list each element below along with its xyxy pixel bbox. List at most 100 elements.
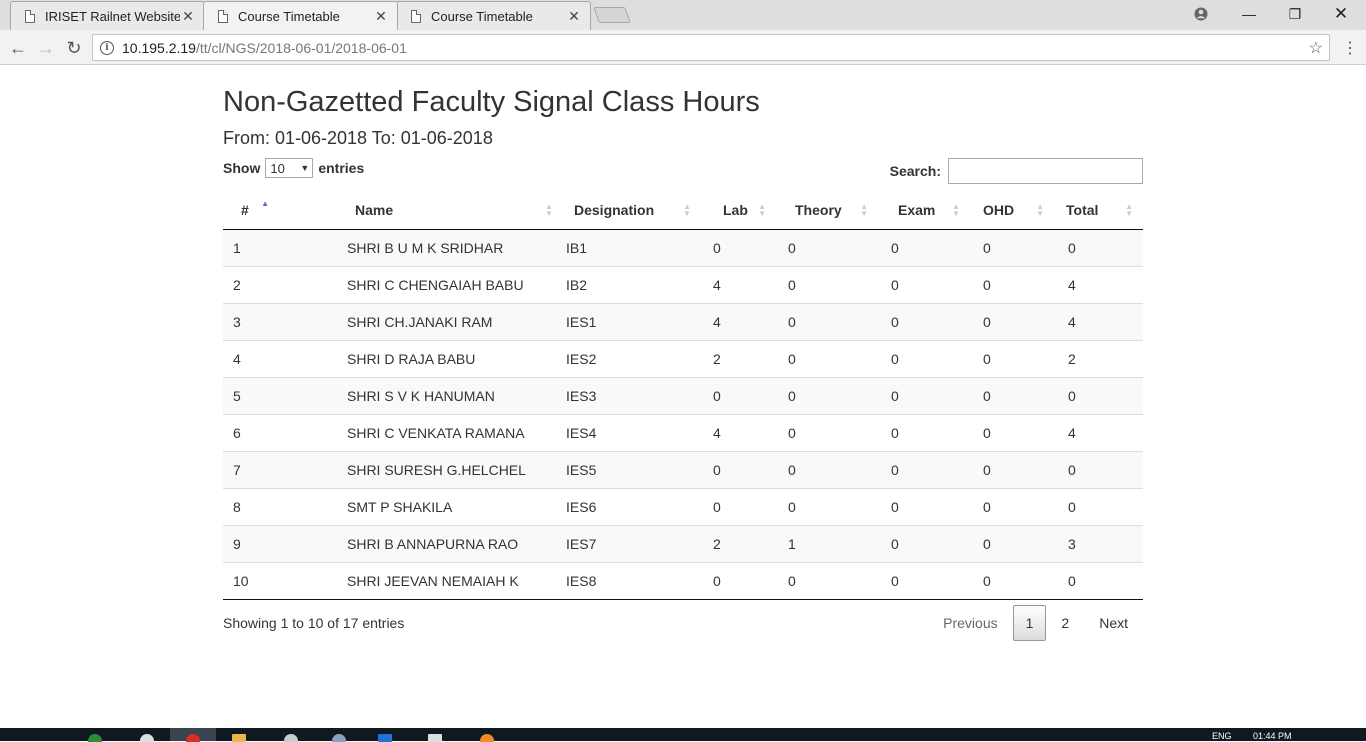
table-cell-theory: 0 xyxy=(776,302,878,340)
table-cell-lab: 2 xyxy=(701,339,776,377)
previous-page-button[interactable]: Previous xyxy=(928,605,1012,641)
close-icon[interactable]: ✕ xyxy=(180,8,196,25)
page-length-value: 10 xyxy=(270,160,285,176)
taskbar: ENG 01:44 PM xyxy=(0,728,1366,742)
table-cell-theory: 0 xyxy=(776,487,878,525)
tab-course-timetable-active[interactable]: Course Timetable ✕ xyxy=(203,1,398,30)
column-header-lab[interactable]: Lab ▲ ▼ xyxy=(701,191,776,230)
table-cell-designation: IES5 xyxy=(563,450,701,488)
bookmark-star-icon[interactable]: ☆ xyxy=(1309,38,1323,58)
page-length-control: Show 10 ▼ entries xyxy=(223,158,364,178)
column-header-label: Exam xyxy=(898,201,936,218)
column-header-designation[interactable]: Designation ▲ ▼ xyxy=(563,191,701,230)
table-cell-designation: IES8 xyxy=(563,561,701,600)
table-cell-name: SHRI S V K HANUMAN xyxy=(283,376,563,414)
table-cell-index: 10 xyxy=(223,561,283,600)
menu-kebab-icon[interactable]: ⋮ xyxy=(1342,38,1358,58)
table-cell-lab: 0 xyxy=(701,561,776,600)
table-cell-exam: 0 xyxy=(878,413,970,451)
sort-arrows-icon: ▲ ▼ xyxy=(1036,202,1044,218)
info-icon[interactable]: i xyxy=(100,40,114,55)
table-cell-theory: 0 xyxy=(776,561,878,600)
table-row: 2 SHRI C CHENGAIAH BABU IB2 4 0 0 0 4 xyxy=(223,265,1143,303)
table-cell-index: 5 xyxy=(223,376,283,414)
sort-arrows-icon: ▲ xyxy=(261,199,269,208)
table-cell-theory: 0 xyxy=(776,265,878,303)
next-page-button[interactable]: Next xyxy=(1084,605,1143,641)
table-cell-theory: 1 xyxy=(776,524,878,562)
table-cell-exam: 0 xyxy=(878,302,970,340)
page-1-button[interactable]: 1 xyxy=(1012,605,1047,641)
page-2-button[interactable]: 2 xyxy=(1046,605,1084,641)
table-cell-ohd: 0 xyxy=(970,302,1054,340)
restore-button[interactable]: ❐ xyxy=(1272,0,1318,28)
tab-iriset-railnet[interactable]: IRISET Railnet Website ✕ xyxy=(10,1,205,30)
column-header-label: Designation xyxy=(574,201,655,218)
browser-tab-strip: IRISET Railnet Website ✕ Course Timetabl… xyxy=(0,0,1366,30)
column-header-name[interactable]: Name ▲ ▼ xyxy=(283,191,563,230)
table-row: 8 SMT P SHAKILA IES6 0 0 0 0 0 xyxy=(223,487,1143,525)
table-cell-name: SHRI CH.JANAKI RAM xyxy=(283,302,563,340)
table-cell-designation: IES3 xyxy=(563,376,701,414)
table-cell-ohd: 0 xyxy=(970,413,1054,451)
forward-arrow-icon[interactable]: → xyxy=(34,36,58,60)
back-arrow-icon[interactable]: ← xyxy=(6,36,30,60)
table-cell-total: 4 xyxy=(1054,302,1143,340)
show-label: Show xyxy=(223,160,261,176)
table-cell-lab: 4 xyxy=(701,265,776,303)
entries-label: entries xyxy=(318,160,365,176)
language-indicator[interactable]: ENG xyxy=(1212,731,1232,741)
search-input[interactable] xyxy=(948,158,1143,184)
close-icon[interactable]: ✕ xyxy=(373,8,389,25)
close-icon[interactable]: ✕ xyxy=(566,8,582,25)
account-icon[interactable] xyxy=(1178,0,1224,28)
table-cell-exam: 0 xyxy=(878,229,970,266)
table-cell-ohd: 0 xyxy=(970,265,1054,303)
page-length-select[interactable]: 10 ▼ xyxy=(265,158,314,178)
column-header-label: Total xyxy=(1066,201,1099,218)
minimize-button[interactable]: — xyxy=(1226,0,1272,28)
table-row: 4 SHRI D RAJA BABU IES2 2 0 0 0 2 xyxy=(223,339,1143,377)
table-cell-total: 3 xyxy=(1054,524,1143,562)
table-cell-exam: 0 xyxy=(878,561,970,600)
table-cell-total: 0 xyxy=(1054,376,1143,414)
address-bar[interactable]: i 10.195.2.19/tt/cl/NGS/2018-06-01/2018-… xyxy=(92,34,1330,61)
table-cell-total: 0 xyxy=(1054,487,1143,525)
table-cell-name: SHRI JEEVAN NEMAIAH K xyxy=(283,561,563,600)
class-hours-table: # ▲ Name ▲ ▼ Designation ▲ ▼ Lab ▲ ▼ Theory ▲ ▼ Exam ▲ ▼… xyxy=(223,191,1143,600)
table-cell-name: SHRI C CHENGAIAH BABU xyxy=(283,265,563,303)
table-cell-total: 0 xyxy=(1054,561,1143,600)
table-cell-index: 2 xyxy=(223,265,283,303)
table-cell-ohd: 0 xyxy=(970,339,1054,377)
column-header-total[interactable]: Total ▲ ▼ xyxy=(1054,191,1143,230)
table-cell-index: 6 xyxy=(223,413,283,451)
new-tab-button[interactable] xyxy=(593,7,631,23)
url-path: /tt/cl/NGS/2018-06-01/2018-06-01 xyxy=(195,39,407,56)
table-cell-ohd: 0 xyxy=(970,229,1054,266)
column-header-label: OHD xyxy=(983,201,1015,218)
browser-toolbar: ← → ↻ i 10.195.2.19/tt/cl/NGS/2018-06-01… xyxy=(0,30,1366,65)
clock[interactable]: 01:44 PM xyxy=(1253,731,1292,741)
table-cell-lab: 0 xyxy=(701,487,776,525)
table-cell-lab: 0 xyxy=(701,450,776,488)
tab-course-timetable[interactable]: Course Timetable ✕ xyxy=(396,1,591,30)
table-cell-exam: 0 xyxy=(878,524,970,562)
column-header-theory[interactable]: Theory ▲ ▼ xyxy=(776,191,878,230)
table-cell-lab: 2 xyxy=(701,524,776,562)
table-cell-total: 0 xyxy=(1054,229,1143,266)
table-cell-name: SHRI B U M K SRIDHAR xyxy=(283,229,563,266)
table-cell-index: 1 xyxy=(223,229,283,266)
column-header-index[interactable]: # ▲ xyxy=(223,191,283,230)
table-cell-exam: 0 xyxy=(878,339,970,377)
column-header-ohd[interactable]: OHD ▲ ▼ xyxy=(970,191,1054,230)
table-row: 3 SHRI CH.JANAKI RAM IES1 4 0 0 0 4 xyxy=(223,302,1143,340)
close-window-button[interactable]: ✕ xyxy=(1318,0,1364,28)
table-cell-lab: 4 xyxy=(701,302,776,340)
table-cell-total: 4 xyxy=(1054,413,1143,451)
date-range: From: 01-06-2018 To: 01-06-2018 xyxy=(223,128,493,148)
table-row: 7 SHRI SURESH G.HELCHEL IES5 0 0 0 0 0 xyxy=(223,450,1143,488)
column-header-exam[interactable]: Exam ▲ ▼ xyxy=(878,191,970,230)
table-cell-ohd: 0 xyxy=(970,524,1054,562)
reload-icon[interactable]: ↻ xyxy=(62,36,86,60)
column-header-label: Name xyxy=(355,201,394,218)
